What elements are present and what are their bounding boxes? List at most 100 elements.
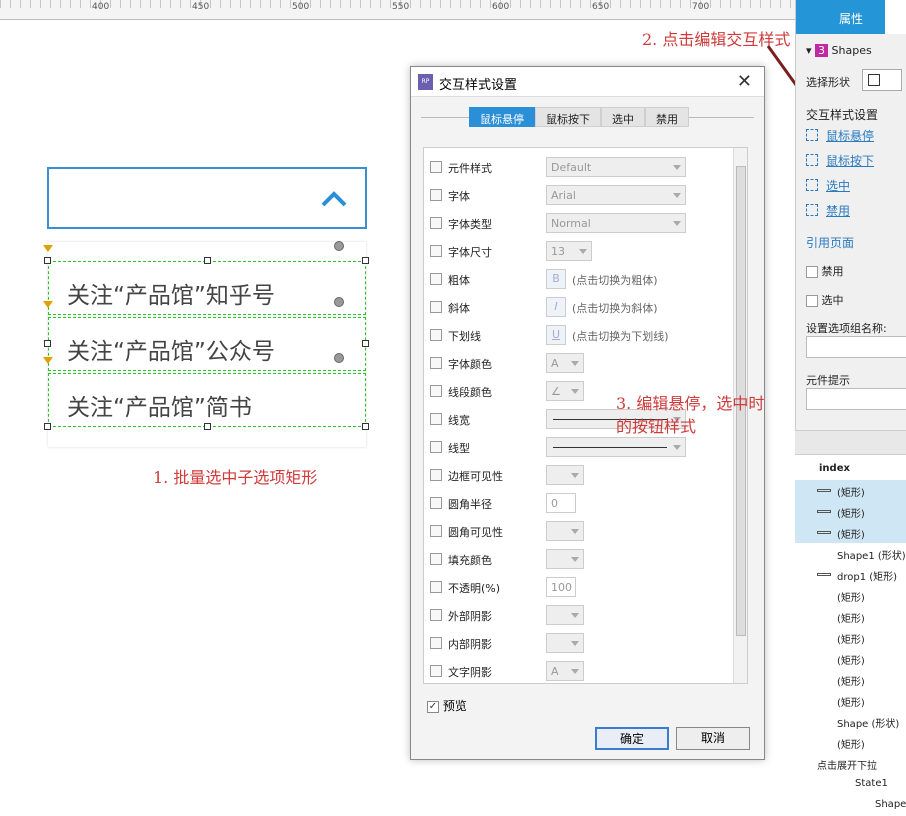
outline-item[interactable]: (矩形) [795,522,906,543]
outline-item[interactable]: drop1 (矩形) [795,564,906,585]
checkbox[interactable] [430,189,442,201]
resize-handle[interactable] [44,257,51,264]
inner-shadow-picker[interactable] [546,633,584,653]
corner-visibility-select[interactable] [546,521,584,541]
outline-item[interactable]: (矩形) [795,627,906,648]
fill-color-picker[interactable] [546,549,584,569]
outline-item[interactable]: (矩形) [795,669,906,690]
checkbox[interactable] [430,637,442,649]
ruler-label: 400 [92,2,110,12]
line-color-picker[interactable]: ∠ [546,381,584,401]
tooltip-input[interactable] [806,388,906,410]
outline-item[interactable]: Shape (形状) [795,711,906,732]
checkbox[interactable] [430,469,442,481]
checkbox[interactable] [430,441,442,453]
link-mousedown[interactable]: 鼠标按下 [826,152,874,169]
resize-handle[interactable] [204,423,211,430]
tab-mousedown[interactable]: 鼠标按下 [535,107,601,127]
group-name-input[interactable] [806,336,906,358]
checkbox[interactable] [430,161,442,173]
resize-handle[interactable] [362,340,369,347]
checkbox[interactable] [430,581,442,593]
checkbox[interactable] [430,301,442,313]
outline-item[interactable]: Shape [795,795,906,816]
link-disabled[interactable]: 禁用 [826,202,850,219]
font-select[interactable]: Arial [546,185,686,205]
outline-item[interactable]: State1 [795,774,906,795]
checkbox[interactable] [430,497,442,509]
style-row: 圆角半径 0 [430,493,730,515]
list-scrollbar[interactable] [733,148,747,683]
option-rect[interactable]: 关注“产品馆”公众号 [48,317,366,371]
resize-handle[interactable] [44,340,51,347]
tab-selected[interactable]: 选中 [601,107,645,127]
outline-item[interactable]: (矩形) [795,732,906,753]
resize-handle[interactable] [362,423,369,430]
font-color-picker[interactable]: A [546,353,584,373]
outline-item[interactable]: Shape1 (形状) [795,543,906,564]
checkbox[interactable] [430,609,442,621]
link-selected[interactable]: 选中 [826,177,850,194]
interaction-styles-label: 交互样式设置 [806,108,879,122]
tab-disabled[interactable]: 禁用 [645,107,689,127]
tab-hover[interactable]: 鼠标悬停 [469,107,535,127]
outline-panel: index (矩形) (矩形) (矩形) Shape1 (形状) drop1 (… [795,430,906,810]
outline-page[interactable]: index [795,459,906,480]
outline-item[interactable]: (矩形) [795,690,906,711]
resize-handle[interactable] [204,257,211,264]
checkbox[interactable] [430,385,442,397]
checkbox[interactable] [430,553,442,565]
style-row: 内部阴影 [430,633,730,655]
opacity-input[interactable]: 100 [546,577,576,597]
checkbox[interactable] [430,329,442,341]
corner-radius-handle[interactable] [334,297,344,307]
ref-page-link[interactable]: 引用页面 [806,234,854,251]
style-row: 字体尺寸 13 [430,241,730,263]
checkbox[interactable] [430,525,442,537]
text-shadow-picker[interactable]: A [546,661,584,681]
corner-radius-handle[interactable] [334,241,344,251]
font-type-select[interactable]: Normal [546,213,686,233]
checkbox[interactable] [430,413,442,425]
resize-handle[interactable] [362,257,369,264]
bold-icon[interactable]: B [546,269,566,289]
outline-item[interactable]: (矩形) [795,585,906,606]
corner-radius-input[interactable]: 0 [546,493,576,513]
outline-item[interactable]: (矩形) [795,480,906,501]
outline-item[interactable]: (矩形) [795,648,906,669]
italic-icon[interactable]: I [546,297,566,317]
disabled-checkbox[interactable]: 禁用 [806,263,844,279]
option-rect[interactable]: 关注“产品馆”简书 [48,373,366,427]
shape-picker[interactable] [862,69,902,91]
checkbox[interactable] [430,665,442,677]
selected-checkbox[interactable]: 选中 [806,292,844,308]
outer-shadow-picker[interactable] [546,605,584,625]
preview-toggle[interactable]: ✓ 预览 [427,697,467,714]
outline-item[interactable]: 点击展开下拉 [795,753,906,774]
underline-icon[interactable]: U [546,325,566,345]
outline-item[interactable]: (矩形) [795,501,906,522]
style-row: 下划线 U (点击切换为下划线) [430,325,730,347]
checkbox[interactable] [430,273,442,285]
ok-button[interactable]: 确定 [595,727,669,750]
outline-item[interactable]: (矩形) [795,606,906,627]
font-size-select[interactable]: 13 [546,241,592,261]
tab-properties[interactable]: 属性 [796,0,906,34]
cancel-button[interactable]: 取消 [676,727,750,750]
checkbox[interactable] [430,217,442,229]
link-hover[interactable]: 鼠标悬停 [826,127,874,144]
preview-checkbox[interactable]: ✓ [427,700,439,713]
option-rect[interactable]: 关注“产品馆”知乎号 [48,261,366,315]
style-row: 斜体 I (点击切换为斜体) [430,297,730,319]
corner-radius-handle[interactable] [334,353,344,363]
checkbox[interactable] [430,245,442,257]
widget-style-select[interactable]: Default [546,157,686,177]
border-visibility-select[interactable] [546,465,584,485]
select-shape-label: 选择形状 [806,76,850,89]
close-icon[interactable]: ✕ [737,71,752,92]
checkbox[interactable] [430,357,442,369]
ruler-label: 500 [292,2,310,12]
dropdown-header[interactable] [47,167,367,229]
resize-handle[interactable] [44,423,51,430]
line-type-select[interactable] [546,437,686,457]
